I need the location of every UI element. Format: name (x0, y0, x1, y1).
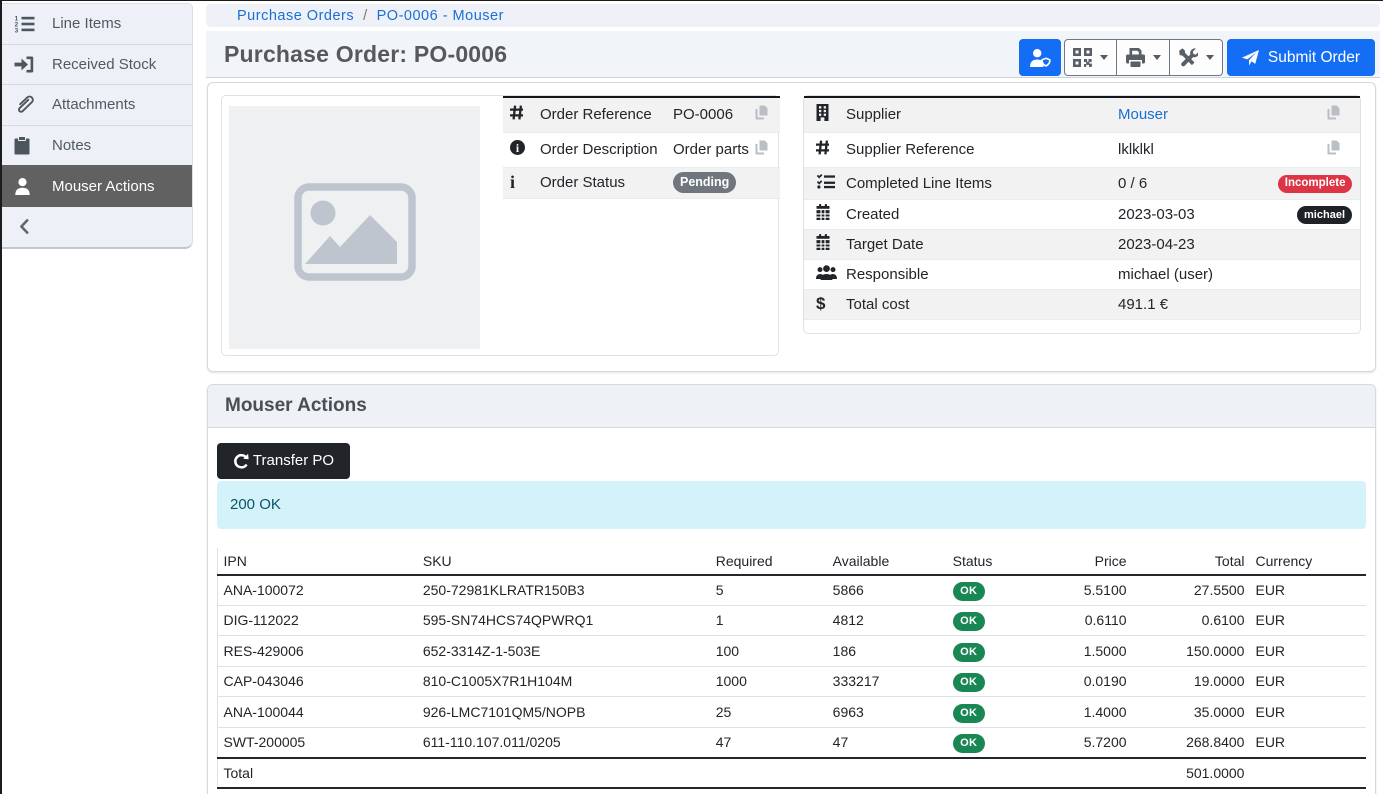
svg-text:3: 3 (15, 27, 19, 33)
